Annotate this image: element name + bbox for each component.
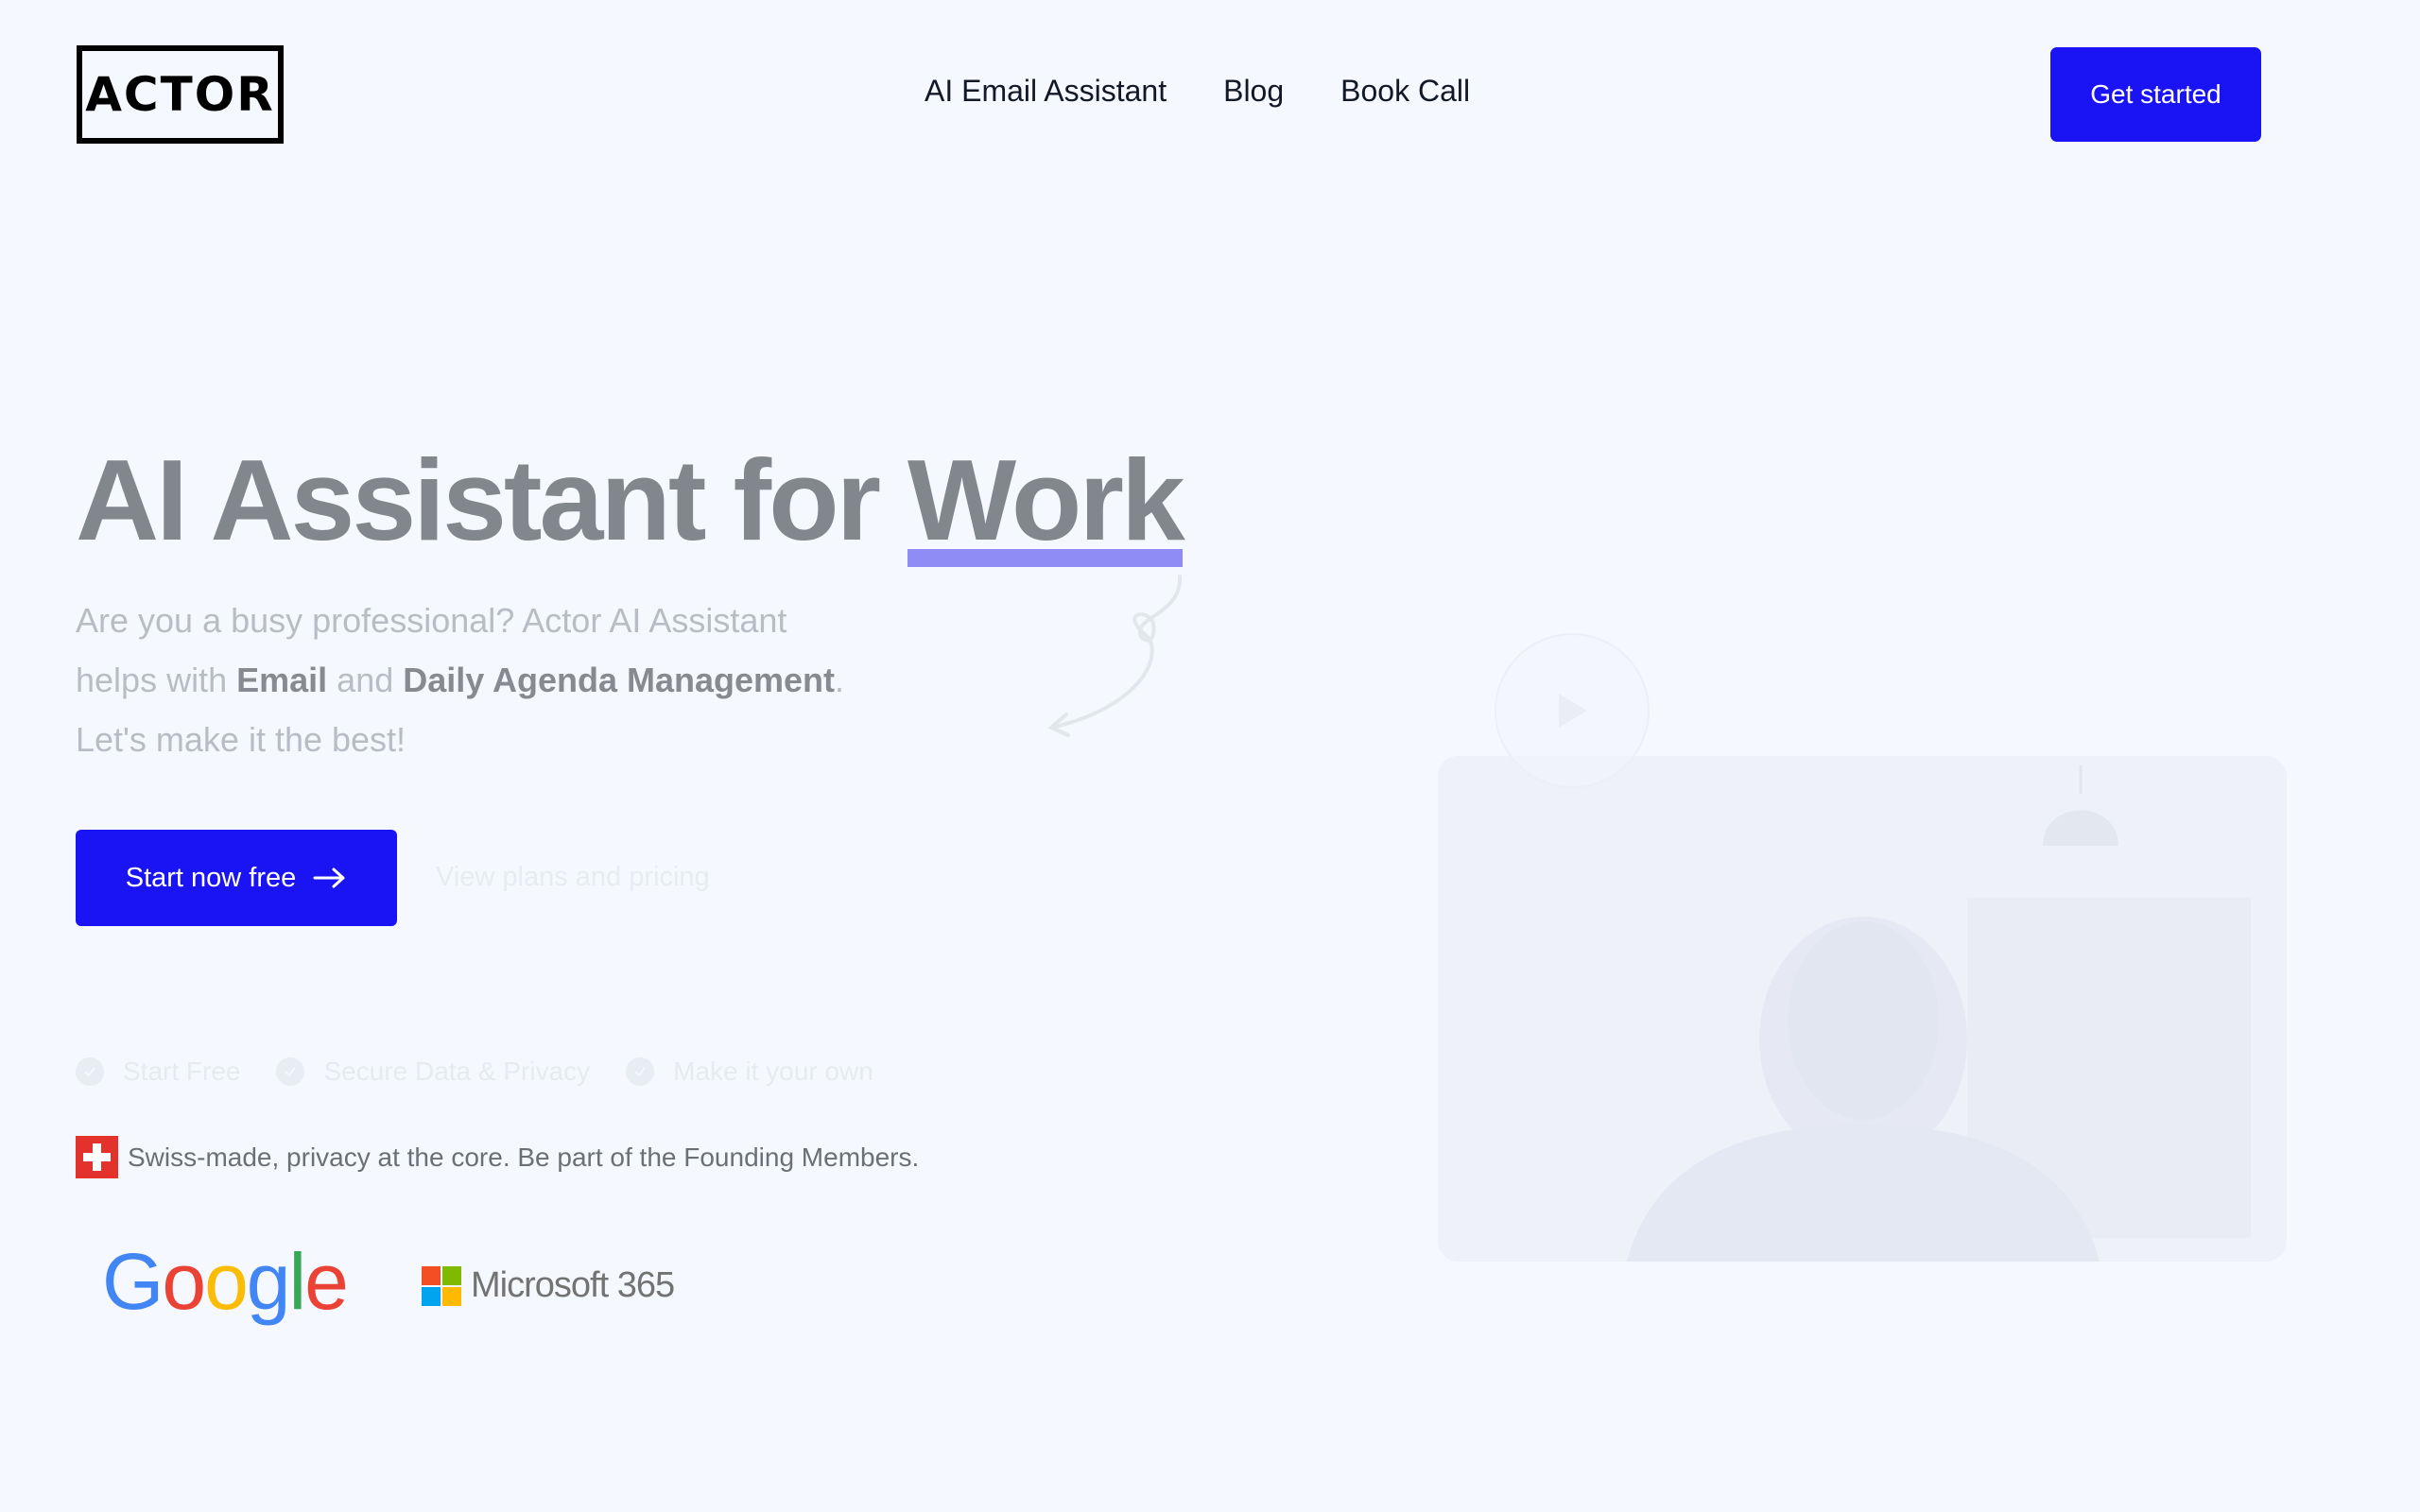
swiss-note-text: Swiss-made, privacy at the core. Be part… [128,1142,920,1172]
hero-title-highlight: Work [907,436,1185,568]
hero-sub-email: Email [236,661,328,699]
swiss-flag-icon [76,1136,118,1178]
start-now-free-button[interactable]: Start now free [76,830,397,926]
nav-item-book-call[interactable]: Book Call [1340,74,1470,109]
get-started-button[interactable]: Get started [2050,47,2261,142]
play-video-button[interactable] [1495,633,1650,788]
hero-sub-agenda: Daily Agenda Management [403,661,836,699]
feature-item: Make it your own [626,1057,873,1087]
view-plans-pricing-link[interactable]: View plans and pricing [436,862,710,893]
landing-page: ACTOR AI Email Assistant Blog Book Call … [0,0,2420,1512]
microsoft-365-logo: Microsoft 365 [422,1265,675,1306]
hero-sub-period: . [835,661,845,699]
play-icon [1559,694,1587,728]
hero-sub-line-3: Let's make it the best! [76,720,406,759]
feature-list: Start Free Secure Data & Privacy Make it… [76,1057,873,1087]
check-circle-icon [626,1057,655,1086]
actor-logo[interactable]: ACTOR [77,45,284,144]
feature-label: Make it your own [673,1057,873,1086]
hero-title-prefix: AI Assistant for [76,436,881,564]
swiss-note: Swiss-made, privacy at the core. Be part… [76,1136,919,1178]
start-now-free-label: Start now free [125,862,297,893]
microsoft-windows-icon [422,1265,461,1306]
feature-label: Secure Data & Privacy [323,1057,591,1086]
video-thumbnail [1438,756,2287,1262]
feature-label: Start Free [123,1057,241,1086]
get-started-label: Get started [2090,79,2221,109]
decorative-swirl-arrow-icon [1047,575,1183,737]
arrow-right-icon [313,868,345,888]
hero-sub-helps: helps with [76,661,228,699]
feature-item: Secure Data & Privacy [276,1057,590,1087]
hero-sub-line-2: helps with Email and Daily Agenda Manage… [76,650,926,710]
check-circle-icon [76,1057,104,1086]
microsoft-365-label: Microsoft 365 [471,1265,675,1305]
feature-item: Start Free [76,1057,240,1087]
hero-sub-and: and [337,661,394,699]
hero-title: AI Assistant for Work [76,436,1185,568]
nav-item-ai-email-assistant[interactable]: AI Email Assistant [925,74,1167,109]
logo-text: ACTOR [85,67,275,122]
nav-item-blog[interactable]: Blog [1223,74,1284,109]
hero-sub-line-1: Are you a busy professional? Actor AI As… [76,601,787,640]
video-preview[interactable] [1438,756,2287,1262]
main-nav: AI Email Assistant Blog Book Call [925,74,1470,109]
check-circle-icon [276,1057,305,1086]
google-logo: Google [102,1237,349,1326]
hero-subtitle: Are you a busy professional? Actor AI As… [76,591,926,769]
